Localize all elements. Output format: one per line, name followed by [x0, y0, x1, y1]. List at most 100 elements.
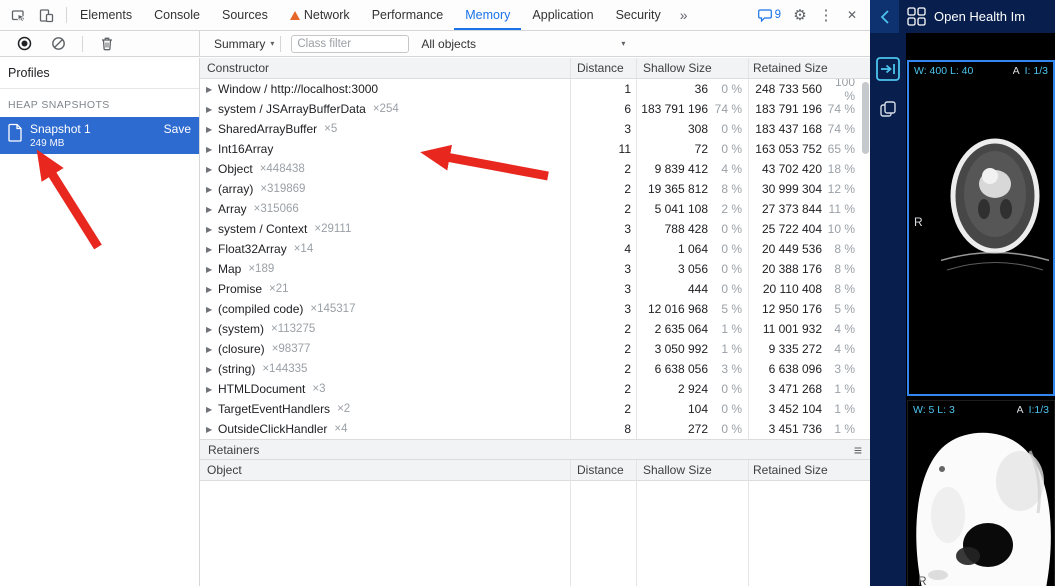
tab-console[interactable]: Console — [143, 0, 211, 30]
instance-count: ×4 — [334, 423, 347, 435]
heap-row[interactable]: ▶OutsideClickHandler×482720 %3 451 7361 … — [200, 419, 870, 439]
class-filter-input[interactable] — [291, 35, 409, 53]
disclosure-triangle-icon[interactable]: ▶ — [206, 145, 218, 154]
heap-row[interactable]: ▶(string)×14433526 638 0563 %6 638 0963 … — [200, 359, 870, 379]
column-header-shallow-size[interactable]: Shallow Size — [636, 61, 748, 75]
more-tabs-button[interactable]: » — [672, 0, 696, 30]
heap-row[interactable]: ▶SharedArrayBuffer×533080 %183 437 16874… — [200, 119, 870, 139]
column-header-retained-size[interactable]: Retained Size — [748, 61, 870, 75]
disclosure-triangle-icon[interactable]: ▶ — [206, 305, 218, 314]
viewport2-overlay-top: W: 5 L: 3 A I:1/3 — [908, 401, 1054, 419]
column-header-distance[interactable]: Distance — [570, 61, 636, 75]
perspective-select[interactable]: Summary ▾ — [210, 37, 278, 51]
disclosure-triangle-icon[interactable]: ▶ — [206, 345, 218, 354]
shallow-percent-cell: 2 % — [708, 202, 748, 216]
disclosure-triangle-icon[interactable]: ▶ — [206, 225, 218, 234]
tab-application[interactable]: Application — [521, 0, 604, 30]
snapshot-name: Snapshot 1 — [30, 122, 91, 136]
profiles-toolbar — [0, 31, 200, 56]
heap-row[interactable]: ▶Window / http://localhost:30001360 %248… — [200, 79, 870, 99]
disclosure-triangle-icon[interactable]: ▶ — [206, 245, 218, 254]
heap-row[interactable]: ▶Promise×2134440 %20 110 4088 % — [200, 279, 870, 299]
instance-count: ×98377 — [272, 343, 311, 355]
inspect-element-icon[interactable] — [6, 3, 30, 27]
tab-elements[interactable]: Elements — [69, 0, 143, 30]
disclosure-triangle-icon[interactable]: ▶ — [206, 265, 218, 274]
constructor-cell: ▶Float32Array×14 — [200, 242, 570, 256]
tab-sources[interactable]: Sources — [211, 0, 279, 30]
disclosure-triangle-icon[interactable]: ▶ — [206, 165, 218, 174]
snapshot-item[interactable]: Snapshot 1 Save 249 MB — [0, 117, 199, 154]
kebab-menu-icon[interactable]: ⋮ — [814, 3, 838, 27]
distance-cell: 2 — [570, 182, 636, 196]
chevron-down-icon: ▾ — [270, 39, 274, 48]
disclosure-triangle-icon[interactable]: ▶ — [206, 205, 218, 214]
layout-grid-icon[interactable] — [907, 7, 926, 26]
delete-snapshot-button[interactable] — [95, 32, 119, 56]
record-heap-snapshot-button[interactable] — [12, 32, 36, 56]
shallow-percent-cell: 0 % — [708, 222, 748, 236]
shallow-size-cell: 272 — [636, 422, 708, 436]
close-devtools-icon[interactable]: ✕ — [840, 3, 864, 27]
retained-size-cell: 20 110 408 — [748, 282, 822, 296]
shallow-size-cell: 12 016 968 — [636, 302, 708, 316]
chevron-down-icon: ▾ — [621, 39, 625, 48]
disclosure-triangle-icon[interactable]: ▶ — [206, 405, 218, 414]
column-header-object[interactable]: Object — [200, 463, 570, 477]
viewport-axial-ct[interactable]: W: 400 L: 40 A I: 1/3 R — [907, 60, 1055, 396]
disclosure-triangle-icon[interactable]: ▶ — [206, 185, 218, 194]
heap-row[interactable]: ▶Float32Array×1441 0640 %20 449 5368 % — [200, 239, 870, 259]
heap-row[interactable]: ▶HTMLDocument×322 9240 %3 471 2681 % — [200, 379, 870, 399]
retained-size-cell: 25 722 404 — [748, 222, 822, 236]
hamburger-menu-icon[interactable]: ≡ — [854, 442, 862, 458]
heap-row[interactable]: ▶(array)×319869219 365 8128 %30 999 3041… — [200, 179, 870, 199]
disclosure-triangle-icon[interactable]: ▶ — [206, 105, 218, 114]
heap-row[interactable]: ▶system / JSArrayBufferData×2546183 791 … — [200, 99, 870, 119]
column-header-constructor[interactable]: Constructor — [200, 61, 570, 75]
heap-row[interactable]: ▶(system)×11327522 635 0641 %11 001 9324… — [200, 319, 870, 339]
tab-performance[interactable]: Performance — [361, 0, 455, 30]
objects-filter-select[interactable]: All objects ▾ — [417, 37, 629, 51]
tab-network[interactable]: Network — [279, 0, 361, 30]
tabbar-right-icons: 9 ⚙ ⋮ ✕ — [753, 3, 870, 27]
column-header-distance[interactable]: Distance — [570, 463, 636, 477]
heap-row[interactable]: ▶Int16Array11720 %163 053 75265 % — [200, 139, 870, 159]
disclosure-triangle-icon[interactable]: ▶ — [206, 385, 218, 394]
distance-cell: 3 — [570, 222, 636, 236]
disclosure-triangle-icon[interactable]: ▶ — [206, 285, 218, 294]
device-toolbar-icon[interactable] — [34, 3, 58, 27]
heap-row[interactable]: ▶Object×44843829 839 4124 %43 702 42018 … — [200, 159, 870, 179]
settings-gear-icon[interactable]: ⚙ — [788, 3, 812, 27]
network-warning-icon — [290, 11, 300, 20]
tab-security[interactable]: Security — [605, 0, 672, 30]
disclosure-triangle-icon[interactable]: ▶ — [206, 425, 218, 434]
tab-memory[interactable]: Memory — [454, 0, 521, 30]
clear-profiles-button[interactable] — [46, 32, 70, 56]
column-header-retained-size[interactable]: Retained Size — [748, 463, 870, 477]
heap-snapshot-view: Constructor Distance Shallow Size Retain… — [200, 58, 870, 586]
vertical-scrollbar[interactable] — [862, 82, 869, 154]
back-button[interactable] — [870, 0, 899, 33]
disclosure-triangle-icon[interactable]: ▶ — [206, 365, 218, 374]
heap-row[interactable]: ▶(closure)×9837723 050 9921 %9 335 2724 … — [200, 339, 870, 359]
heap-row[interactable]: ▶(compiled code)×145317312 016 9685 %12 … — [200, 299, 870, 319]
constructor-cell: ▶Promise×21 — [200, 282, 570, 296]
heap-row[interactable]: ▶TargetEventHandlers×221040 %3 452 1041 … — [200, 399, 870, 419]
column-header-shallow-size[interactable]: Shallow Size — [636, 463, 748, 477]
retained-size-cell: 163 053 752 — [748, 142, 822, 156]
heap-row[interactable]: ▶system / Context×291113788 4280 %25 722… — [200, 219, 870, 239]
heap-row[interactable]: ▶Map×18933 0560 %20 388 1768 % — [200, 259, 870, 279]
open-panel-icon[interactable] — [876, 57, 900, 86]
constructor-cell: ▶SharedArrayBuffer×5 — [200, 122, 570, 136]
save-snapshot-link[interactable]: Save — [164, 122, 191, 136]
heap-row[interactable]: ▶Array×31506625 041 1082 %27 373 84411 % — [200, 199, 870, 219]
shallow-percent-cell: 0 % — [708, 142, 748, 156]
disclosure-triangle-icon[interactable]: ▶ — [206, 85, 218, 94]
disclosure-triangle-icon[interactable]: ▶ — [206, 325, 218, 334]
shallow-percent-cell: 0 % — [708, 82, 748, 96]
console-messages-button[interactable]: 9 — [753, 9, 786, 22]
viewport-pet[interactable]: W: 5 L: 3 A I:1/3 R — [907, 400, 1055, 586]
disclosure-triangle-icon[interactable]: ▶ — [206, 125, 218, 134]
column-divider — [748, 58, 749, 439]
copy-icon[interactable] — [878, 99, 898, 124]
